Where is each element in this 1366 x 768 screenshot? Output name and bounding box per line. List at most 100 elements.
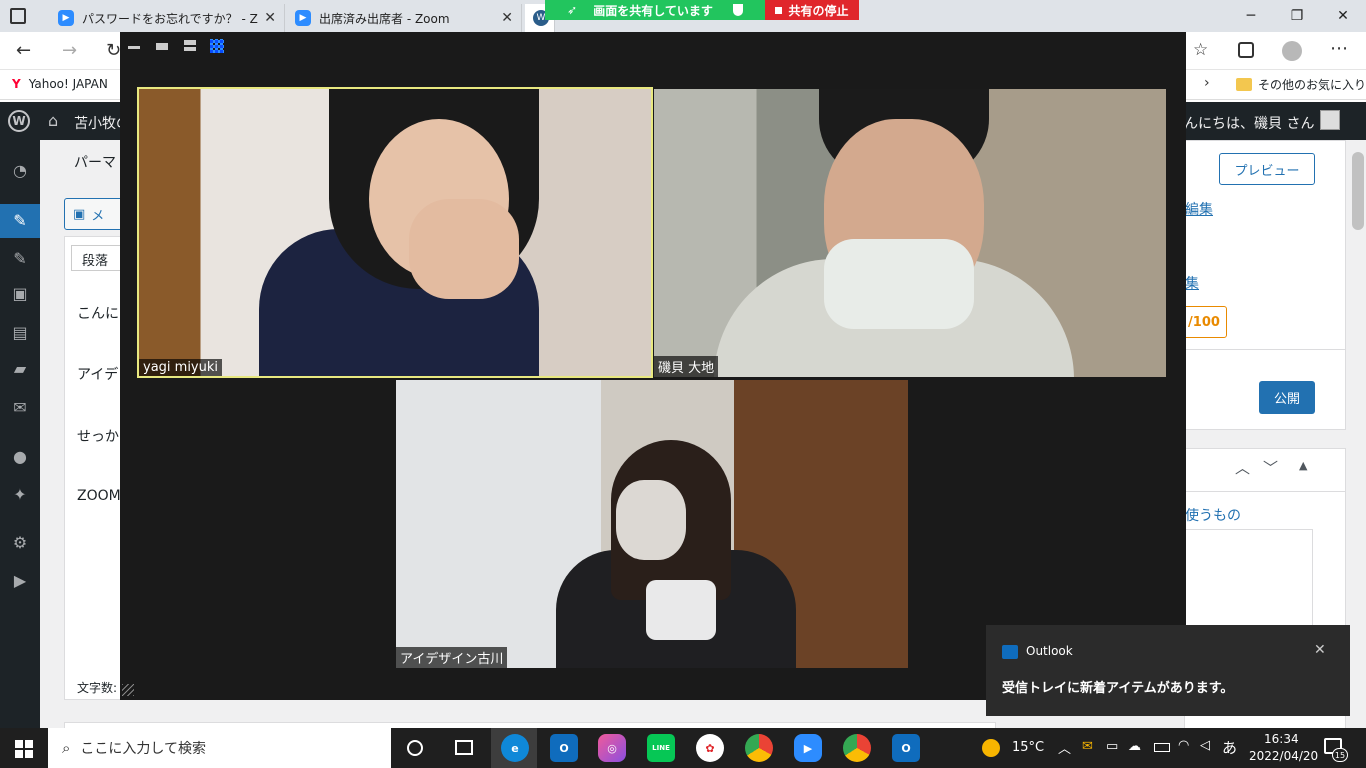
line-icon[interactable]: LINE	[647, 734, 675, 762]
meet-icon[interactable]: ▭	[1106, 739, 1118, 754]
stop-share-button[interactable]: 共有の停止	[765, 0, 859, 20]
layout-speaker-icon[interactable]	[184, 40, 196, 51]
tab-label: 出席済み出席者 - Zoom	[319, 11, 450, 26]
meta-link[interactable]: 使うもの	[1185, 505, 1241, 525]
editor-line[interactable]: こんに	[77, 303, 119, 323]
participant-video	[714, 89, 1074, 377]
yahoo-favorite[interactable]: Y Yahoo! JAPAN	[12, 77, 108, 91]
cortana-icon[interactable]	[407, 740, 423, 756]
chevron-down-icon[interactable]: ﹀	[1263, 457, 1278, 478]
home-icon[interactable]: ⌂	[48, 111, 58, 130]
tab-zoom-password[interactable]: ▶ パスワードをお忘れですか？ - Zoom ✕	[50, 4, 285, 32]
preview-button[interactable]: プレビュー	[1219, 153, 1315, 185]
ime-indicator[interactable]: あ	[1222, 737, 1237, 758]
layout-gallery-icon[interactable]	[210, 39, 224, 53]
layout-minimize-icon[interactable]	[128, 46, 140, 49]
maximize-icon[interactable]: ❐	[1274, 0, 1320, 32]
pin-icon[interactable]: ✎	[8, 208, 32, 232]
word-count: 文字数:	[77, 681, 118, 695]
media-icon: ▣	[73, 206, 86, 222]
other-favorites[interactable]: その他のお気に入り	[1236, 76, 1366, 93]
close-icon[interactable]: ✕	[1314, 642, 1326, 658]
play-icon[interactable]: ▶	[8, 568, 32, 592]
editor-line[interactable]: せっか	[77, 426, 119, 446]
publish-button[interactable]: 公開	[1259, 381, 1315, 414]
close-window-icon[interactable]: ✕	[1320, 0, 1366, 32]
outlook-mail-icon[interactable]: O	[892, 734, 920, 762]
mail-icon[interactable]: ✉	[1082, 739, 1093, 754]
cloud-icon[interactable]: ☁	[1128, 739, 1141, 754]
edge-icon[interactable]: e	[501, 734, 529, 762]
refresh-icon[interactable]: ↻	[106, 40, 121, 61]
back-icon[interactable]: ←	[16, 40, 31, 61]
favorites-star-icon[interactable]: ☆	[1193, 40, 1208, 60]
layout-thumbnail-icon[interactable]	[156, 43, 168, 50]
clock-time[interactable]: 16:34	[1264, 732, 1299, 746]
camera-app-icon[interactable]: ◎	[598, 734, 626, 762]
meta-textarea[interactable]	[1185, 529, 1313, 629]
close-icon[interactable]: ✕	[264, 10, 276, 26]
editor-line[interactable]: アイデ	[77, 364, 118, 384]
avatar[interactable]	[1320, 110, 1340, 130]
avatar[interactable]	[1282, 41, 1302, 61]
divider	[1185, 491, 1345, 492]
chrome-profile-icon[interactable]	[843, 734, 871, 762]
outlook-notification[interactable]: Outlook ✕ 受信トレイに新着アイテムがあります。	[986, 625, 1350, 716]
page-scrollbar[interactable]	[1350, 140, 1366, 730]
outlook-icon[interactable]: O	[550, 734, 578, 762]
close-icon[interactable]: ✕	[501, 10, 513, 26]
tab-zoom-attendees[interactable]: ▶ 出席済み出席者 - Zoom ✕	[287, 4, 522, 32]
windows-taskbar: ⌕ ここに入力して検索 e O ◎ LINE ✿ ▶ O 15°C ︿ ✉ ▭ …	[0, 728, 1366, 768]
zoom-meeting-window: yagi miyuki 磯貝 大地 アイデザイン古川	[120, 32, 1186, 700]
screen-sharing-banner[interactable]: ➶ 画面を共有しています	[545, 0, 765, 20]
chevron-up-icon[interactable]: ︿	[1235, 457, 1250, 478]
block-type-select[interactable]: 段落	[71, 245, 127, 271]
app-icon[interactable]: ✿	[696, 734, 724, 762]
edit-link[interactable]: 編集	[1185, 199, 1213, 219]
weather-icon[interactable]	[982, 739, 1000, 757]
comments-icon[interactable]: ▰	[8, 356, 32, 380]
folder-icon	[1236, 78, 1252, 91]
mail-icon[interactable]: ✉	[8, 395, 32, 419]
notification-count: 15	[1332, 748, 1348, 762]
video-tile-yagi[interactable]: yagi miyuki	[137, 87, 653, 378]
battery-icon[interactable]	[1154, 743, 1170, 752]
resize-handle-icon[interactable]	[122, 684, 134, 696]
tab-actions-icon[interactable]	[10, 8, 26, 24]
windows-start-icon[interactable]	[15, 740, 33, 758]
weather-temp[interactable]: 15°C	[1012, 740, 1044, 755]
dashboard-icon[interactable]: ◔	[8, 158, 32, 182]
taskbar-search[interactable]: ⌕ ここに入力して検索	[48, 728, 391, 768]
other-favorites-label: その他のお気に入り	[1258, 78, 1366, 92]
collapse-triangle-icon[interactable]: ▲	[1299, 459, 1307, 472]
minimize-icon[interactable]: ─	[1228, 0, 1274, 32]
publish-box: プレビュー 編集 集 /100 公開	[1181, 140, 1346, 430]
scroll-thumb[interactable]	[1352, 152, 1364, 230]
greeting[interactable]: んにちは、磯貝 さん	[1184, 113, 1314, 133]
more-menu-icon[interactable]: ⋯	[1330, 38, 1348, 59]
chevron-right-icon[interactable]: ›	[1204, 75, 1210, 91]
volume-icon[interactable]: ◁	[1200, 738, 1210, 753]
settings-icon[interactable]: ⚙	[8, 530, 32, 554]
task-view-icon[interactable]	[455, 740, 473, 755]
seo-score-badge: /100	[1181, 306, 1227, 338]
wordpress-logo-icon[interactable]: W	[8, 110, 30, 132]
chrome-icon[interactable]	[745, 734, 773, 762]
collections-icon[interactable]	[1238, 42, 1254, 58]
editor-line[interactable]: ZOOM	[77, 488, 121, 504]
chevron-up-icon[interactable]: ︿	[1058, 738, 1071, 757]
zoom-icon[interactable]: ▶	[794, 734, 822, 762]
edit-link[interactable]: 集	[1185, 273, 1199, 293]
users-icon[interactable]: ●	[8, 444, 32, 468]
video-tile-isogai[interactable]: 磯貝 大地	[654, 89, 1166, 377]
wifi-icon[interactable]: ◠	[1178, 738, 1189, 753]
forward-icon[interactable]: →	[62, 40, 77, 61]
media-icon[interactable]: ▣	[8, 281, 32, 305]
divider	[1185, 349, 1345, 350]
pin-icon[interactable]: ✎	[8, 246, 32, 270]
yahoo-label: Yahoo! JAPAN	[28, 77, 108, 91]
clock-date[interactable]: 2022/04/20	[1249, 749, 1318, 763]
pages-icon[interactable]: ▤	[8, 320, 32, 344]
tools-icon[interactable]: ✦	[8, 482, 32, 506]
video-tile-furukawa[interactable]: アイデザイン古川	[396, 380, 908, 668]
